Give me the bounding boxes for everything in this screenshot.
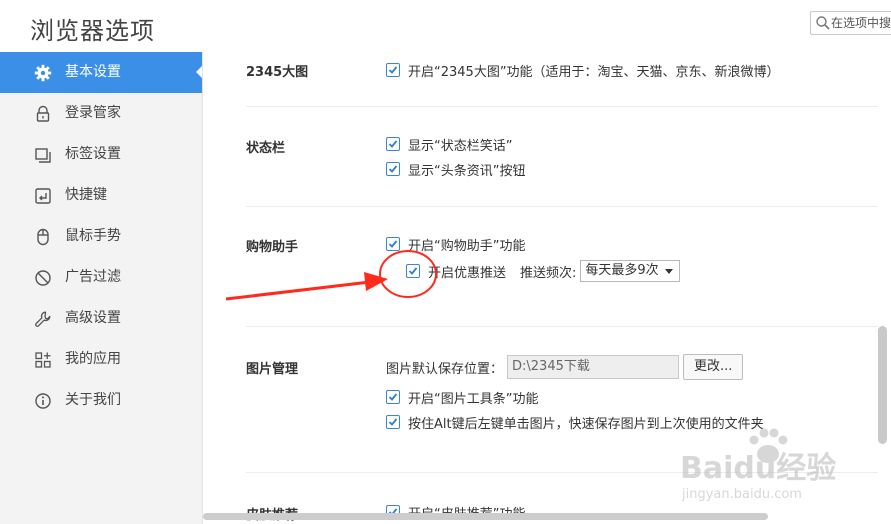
alt-click-save-checkbox[interactable] bbox=[386, 415, 400, 429]
shopping-push-checkbox[interactable] bbox=[406, 264, 420, 278]
sidebar-item-shortcuts[interactable]: 快捷键 bbox=[0, 175, 202, 216]
sidebar-item-advanced[interactable]: 高级设置 bbox=[0, 298, 202, 339]
option-statusbar-jokes[interactable]: 显示“状态栏笑话” bbox=[386, 134, 512, 154]
option-image-toolbar[interactable]: 开启“图片工具条”功能 bbox=[386, 387, 538, 407]
sidebar-item-my-apps[interactable]: 我的应用 bbox=[0, 339, 202, 380]
image-save-path-row: 图片默认保存位置： D:\2345下载 更改... bbox=[386, 354, 744, 380]
gear-icon bbox=[34, 64, 52, 82]
image-save-path-field[interactable]: D:\2345下载 bbox=[507, 355, 680, 379]
section-divider bbox=[246, 106, 878, 107]
info-icon bbox=[35, 393, 51, 409]
horizontal-scrollbar[interactable] bbox=[203, 513, 768, 520]
app-title: 浏览器选项 bbox=[30, 17, 155, 45]
sidebar-item-ad-filter[interactable]: 广告过滤 bbox=[0, 257, 202, 298]
statusbar-news-checkbox[interactable] bbox=[386, 162, 400, 176]
option-bigmap[interactable]: 开启“2345大图”功能（适用于：淘宝、天猫、京东、新浪微博） bbox=[386, 60, 780, 80]
section-title-statusbar: 状态栏 bbox=[246, 141, 286, 156]
sidebar-item-label: 登录管家 bbox=[65, 105, 121, 121]
window-header: 浏览器选项 bbox=[0, 0, 891, 52]
sidebar-item-label: 快捷键 bbox=[65, 187, 107, 203]
bigmap-checkbox[interactable] bbox=[386, 63, 400, 77]
image-toolbar-checkbox[interactable] bbox=[386, 390, 400, 404]
option-alt-click-save[interactable]: 按住Alt键后左键单击图片，快速保存图片到上次使用的文件夹 bbox=[386, 412, 764, 432]
sidebar-item-basic-settings[interactable]: 基本设置 bbox=[0, 52, 203, 93]
search-input[interactable] bbox=[831, 13, 891, 33]
sidebar-item-about[interactable]: 关于我们 bbox=[0, 380, 202, 421]
sidebar-item-login-manager[interactable]: 登录管家 bbox=[0, 93, 202, 134]
section-divider bbox=[246, 206, 878, 207]
tabs-icon bbox=[35, 148, 51, 163]
sidebar-item-label: 标签设置 bbox=[65, 146, 121, 162]
section-title-shopping: 购物助手 bbox=[246, 240, 299, 255]
lock-icon bbox=[36, 105, 50, 122]
vertical-scrollbar[interactable] bbox=[878, 326, 887, 444]
push-frequency-value: 每天最多9次 bbox=[585, 263, 659, 278]
sidebar-item-tab-settings[interactable]: 标签设置 bbox=[0, 134, 202, 175]
sidebar-item-mouse-gestures[interactable]: 鼠标手势 bbox=[0, 216, 202, 257]
option-label: 显示“状态栏笑话” bbox=[408, 138, 513, 154]
sidebar-item-label: 广告过滤 bbox=[65, 269, 121, 285]
chevron-down-icon bbox=[664, 269, 673, 274]
option-label: 按住Alt键后左键单击图片，快速保存图片到上次使用的文件夹 bbox=[408, 416, 764, 432]
section-divider bbox=[246, 472, 878, 473]
mouse-icon bbox=[37, 228, 49, 246]
sidebar-item-label: 基本设置 bbox=[65, 64, 121, 80]
option-label: 开启“购物助手”功能 bbox=[408, 238, 526, 254]
sidebar: 基本设置 登录管家 标签设置 快捷键 鼠标手势 广告过滤 高级设置 我的应用 关… bbox=[0, 52, 203, 524]
block-icon bbox=[35, 270, 51, 286]
option-label: 开启“图片工具条”功能 bbox=[408, 391, 539, 407]
wrench-icon bbox=[35, 311, 51, 327]
push-frequency-label: 推送频次: bbox=[520, 265, 577, 281]
option-label: 开启优惠推送 bbox=[428, 265, 507, 281]
statusbar-jokes-checkbox[interactable] bbox=[386, 137, 400, 151]
section-title-images: 图片管理 bbox=[246, 362, 299, 377]
sidebar-item-label: 鼠标手势 bbox=[65, 228, 121, 244]
apps-grid-icon bbox=[35, 352, 51, 368]
sidebar-item-label: 高级设置 bbox=[65, 310, 121, 326]
keyboard-key-icon bbox=[35, 188, 51, 204]
change-path-button[interactable]: 更改... bbox=[683, 354, 744, 380]
sidebar-item-label: 关于我们 bbox=[65, 392, 121, 408]
sidebar-item-label: 我的应用 bbox=[65, 351, 121, 367]
section-divider bbox=[246, 326, 878, 327]
search-icon bbox=[816, 16, 830, 30]
search-box[interactable] bbox=[810, 11, 891, 35]
shopping-assistant-checkbox[interactable] bbox=[386, 237, 400, 251]
option-shopping-assistant[interactable]: 开启“购物助手”功能 bbox=[386, 234, 525, 254]
option-shopping-push[interactable]: 开启优惠推送 推送频次: 每天最多9次 bbox=[406, 260, 680, 282]
option-label: 开启“2345大图”功能（适用于：淘宝、天猫、京东、新浪微博） bbox=[408, 64, 780, 80]
option-statusbar-news[interactable]: 显示“头条资讯”按钮 bbox=[386, 159, 525, 179]
image-save-path-label: 图片默认保存位置： bbox=[386, 361, 504, 377]
section-title-bigmap: 2345大图 bbox=[246, 65, 309, 80]
option-label: 显示“头条资讯”按钮 bbox=[408, 163, 526, 179]
settings-content: 2345大图 开启“2345大图”功能（适用于：淘宝、天猫、京东、新浪微博） 状… bbox=[203, 52, 891, 524]
push-frequency-select[interactable]: 每天最多9次 bbox=[580, 260, 680, 282]
